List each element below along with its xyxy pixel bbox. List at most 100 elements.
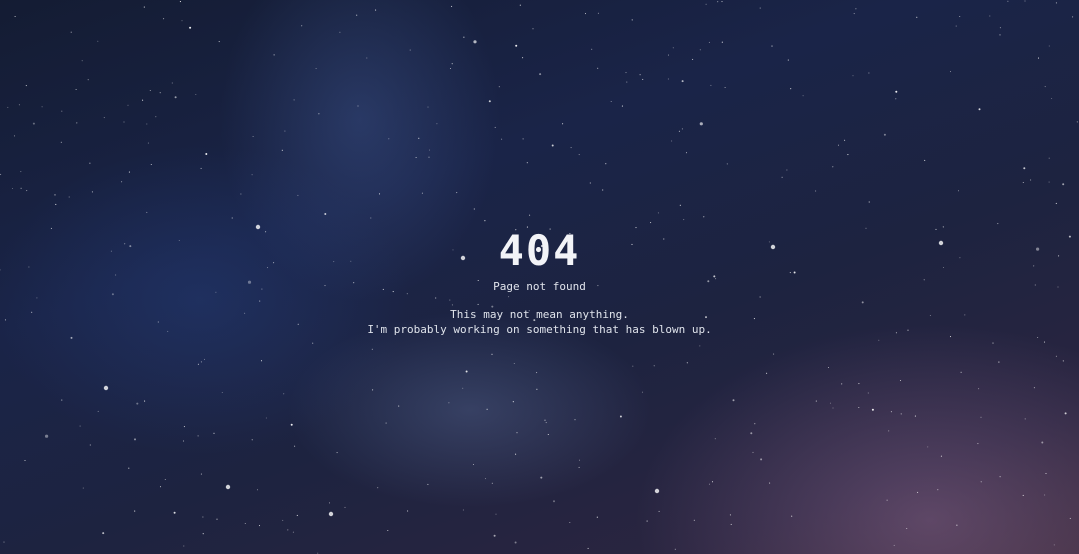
star <box>791 515 793 517</box>
star <box>1022 181 1024 184</box>
star <box>1062 183 1065 186</box>
star <box>357 105 359 107</box>
star <box>87 79 89 81</box>
star <box>708 41 710 43</box>
star <box>292 531 294 533</box>
star <box>68 196 70 198</box>
star <box>646 520 648 522</box>
star <box>895 90 898 93</box>
star <box>658 510 660 512</box>
star <box>1072 16 1074 18</box>
star <box>893 544 895 546</box>
star <box>672 47 674 49</box>
star <box>610 100 612 103</box>
star <box>1062 360 1064 362</box>
error-message-line: This may not mean anything. <box>450 308 629 321</box>
star <box>714 438 716 440</box>
star <box>20 171 22 173</box>
star <box>536 372 538 374</box>
error-code: 404 <box>498 226 581 275</box>
star <box>847 154 849 156</box>
star <box>1023 167 1026 170</box>
star <box>1069 517 1071 519</box>
star <box>717 1 719 3</box>
star <box>545 422 547 424</box>
star <box>149 89 151 92</box>
star <box>251 174 253 176</box>
star <box>544 419 546 421</box>
star <box>427 483 429 485</box>
star <box>197 363 199 365</box>
star <box>281 149 283 151</box>
star <box>498 86 500 88</box>
star <box>200 361 202 363</box>
star <box>91 191 93 193</box>
star <box>760 458 763 461</box>
star <box>20 187 22 189</box>
star <box>13 135 16 137</box>
star <box>589 182 591 184</box>
star <box>759 7 761 9</box>
star <box>484 478 487 480</box>
star <box>428 149 431 151</box>
star <box>260 360 263 362</box>
star <box>81 60 83 62</box>
star <box>999 34 1001 36</box>
star <box>200 473 202 475</box>
star <box>231 217 233 219</box>
star <box>252 135 254 138</box>
star <box>522 57 524 59</box>
star <box>957 190 960 192</box>
star <box>189 26 192 29</box>
star <box>570 147 572 149</box>
star <box>179 1 181 3</box>
star <box>290 423 293 426</box>
star <box>1048 181 1050 183</box>
error-message: This may not mean anything. I'm probably… <box>0 307 1079 337</box>
star <box>127 104 129 106</box>
star <box>514 541 517 544</box>
star <box>159 486 162 488</box>
star <box>1064 412 1067 415</box>
star <box>486 408 488 410</box>
star <box>472 463 475 466</box>
star <box>621 105 623 107</box>
star <box>787 59 789 61</box>
star <box>494 126 496 128</box>
star <box>427 106 429 108</box>
star <box>1048 157 1050 159</box>
star <box>11 187 14 190</box>
star <box>41 106 43 108</box>
star <box>591 48 593 50</box>
star <box>980 481 982 483</box>
bright-star <box>654 488 660 494</box>
star <box>70 31 72 33</box>
star <box>398 405 400 407</box>
star <box>45 434 49 438</box>
star <box>980 416 982 418</box>
star <box>1041 441 1044 444</box>
star <box>940 455 942 457</box>
star <box>781 176 783 178</box>
star <box>978 108 981 111</box>
star <box>462 509 464 511</box>
star <box>992 342 994 344</box>
star <box>699 345 701 347</box>
star <box>997 223 999 225</box>
star <box>409 49 411 51</box>
star <box>89 162 91 164</box>
star <box>1055 355 1057 357</box>
star <box>641 391 644 393</box>
star <box>686 362 688 364</box>
star <box>1044 86 1046 88</box>
star <box>258 525 261 527</box>
star <box>121 181 123 183</box>
star <box>495 513 497 515</box>
star <box>721 41 723 43</box>
star <box>24 459 26 462</box>
star <box>632 365 634 367</box>
star <box>681 128 683 130</box>
star <box>642 78 644 80</box>
star <box>671 140 673 142</box>
starry-sky-background: 404 Page not found This may not mean any… <box>0 0 1079 554</box>
